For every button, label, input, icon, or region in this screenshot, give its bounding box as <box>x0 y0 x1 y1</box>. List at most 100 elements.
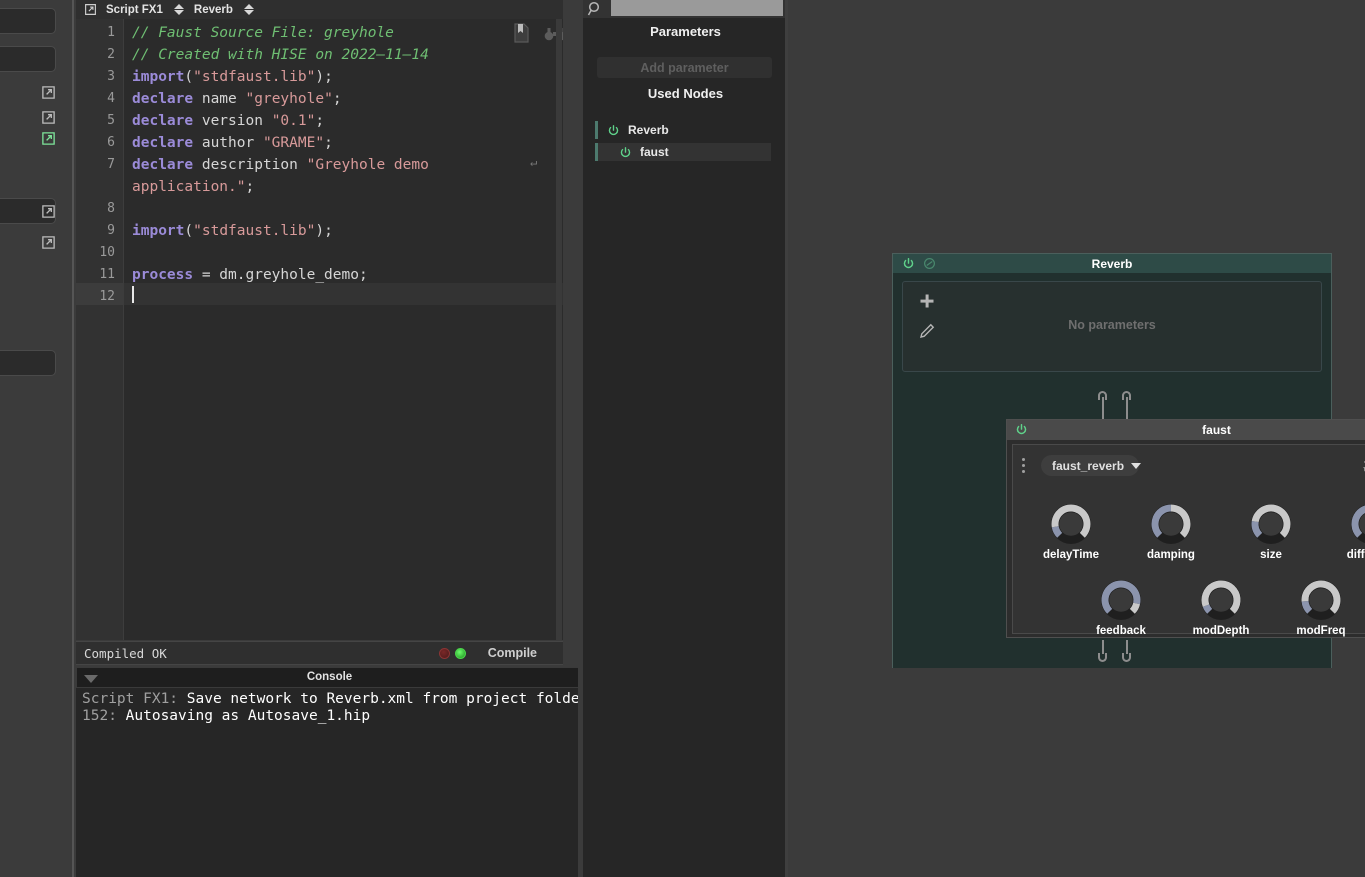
code-area[interactable]: ↵ // Faust Source File: greyhole // Creat… <box>124 19 563 640</box>
document-bookmark-icon[interactable] <box>513 23 531 48</box>
code-token: "stdfaust.lib" <box>193 223 316 239</box>
knob-modFreq[interactable]: modFreq <box>1291 576 1351 637</box>
code-token: description <box>193 157 307 173</box>
reverb-node[interactable]: Reverb No parameters faust faust_reverb … <box>892 253 1365 668</box>
compile-error-led <box>438 647 450 659</box>
parameters-panel: Parameters Add parameter Used Nodes Reve… <box>583 0 788 877</box>
code-token: ; <box>315 113 325 129</box>
used-node-faust[interactable]: faust <box>595 143 771 161</box>
code-token: "greyhole" <box>245 91 333 107</box>
faust-node[interactable]: faust ✕ faust_reverb <box>1006 419 1365 638</box>
code-token: "GRAME" <box>262 135 325 151</box>
knob-label: damping <box>1147 549 1195 561</box>
knob-diffusion[interactable]: diffusion <box>1341 500 1365 561</box>
knob-dial[interactable] <box>1097 576 1145 624</box>
editor-body[interactable]: 1 2 3 4 5 6 7 8 9 10 11 12 ↵ // Faust Source File: … <box>76 19 563 640</box>
used-node-reverb[interactable]: Reverb <box>595 121 771 139</box>
code-token: ; <box>324 135 333 151</box>
knob-dial[interactable] <box>1147 500 1195 548</box>
knob-label: modDepth <box>1192 625 1250 637</box>
faust-node-body: faust_reverb delayTime damping size diff… <box>1012 444 1365 637</box>
code-line: declare author "GRAME"; <box>132 132 333 154</box>
chevron-down-icon <box>1131 462 1142 469</box>
preset-selector-label[interactable]: Reverb <box>194 4 233 16</box>
power-icon[interactable] <box>619 146 632 159</box>
console-line-message: Autosaving as Autosave_1.hip <box>125 708 371 724</box>
search-icon[interactable] <box>587 0 609 18</box>
faust-node-title: faust <box>1202 423 1231 437</box>
knob-delayTime[interactable]: delayTime <box>1041 500 1101 561</box>
external-link-icon[interactable] <box>84 3 97 16</box>
console-header[interactable]: Console <box>76 667 583 688</box>
console-title: Console <box>306 671 353 683</box>
knob-dial[interactable] <box>1347 500 1365 548</box>
code-token: version <box>193 113 272 129</box>
reverb-node-header[interactable]: Reverb <box>893 254 1331 273</box>
knob-size[interactable]: size <box>1241 500 1301 561</box>
knob-label: diffusion <box>1346 549 1365 561</box>
code-token: ); <box>315 223 333 239</box>
knob-dial[interactable] <box>1247 500 1295 548</box>
faust-node-header[interactable]: faust ✕ <box>1007 420 1365 440</box>
code-token: author <box>193 135 263 151</box>
code-token: ( <box>184 223 194 239</box>
code-token: // Created with HISE on 2022–11–14 <box>132 47 429 63</box>
sidebar-panel-2[interactable] <box>0 46 56 72</box>
code-token: declare <box>132 113 194 129</box>
knob-dial[interactable] <box>1197 576 1245 624</box>
line-number: 12 <box>99 289 115 304</box>
external-link-icon-1[interactable] <box>41 85 56 100</box>
console-line-source: Script FX1: <box>82 691 187 707</box>
reverb-parameter-area[interactable]: No parameters <box>902 281 1322 372</box>
compile-button[interactable]: Compile <box>488 646 537 660</box>
knob-label: size <box>1260 549 1282 561</box>
node-indent-bar <box>595 121 598 139</box>
plus-icon[interactable] <box>919 293 935 309</box>
knob-feedback[interactable]: feedback <box>1091 576 1151 637</box>
line-wrap-marker: ↵ <box>530 155 538 169</box>
reverb-node-footer <box>893 647 1331 668</box>
compile-status-text: Compiled OK <box>84 645 167 661</box>
code-line: declare description "Greyhole demo <box>132 154 429 176</box>
external-link-icon-4[interactable] <box>41 204 56 219</box>
console-panel: Console Script FX1: Save network to Reve… <box>76 667 583 877</box>
knob-modDepth[interactable]: modDepth <box>1191 576 1251 637</box>
code-token: declare <box>132 157 194 173</box>
drag-dots-icon[interactable] <box>1022 458 1026 474</box>
used-node-label: faust <box>640 145 669 159</box>
code-token: "0.1" <box>271 113 316 129</box>
text-caret <box>132 286 134 303</box>
knob-dial[interactable] <box>1297 576 1345 624</box>
compile-ok-led <box>454 647 466 659</box>
knob-label: modFreq <box>1296 625 1346 637</box>
line-number: 2 <box>107 47 115 62</box>
reload-icon[interactable] <box>1361 456 1365 474</box>
sidebar-panel-1[interactable] <box>0 8 56 34</box>
code-line: import("stdfaust.lib"); <box>132 66 333 88</box>
script-selector-label[interactable]: Script FX1 <box>106 4 163 16</box>
script-selector-spinner[interactable] <box>173 3 184 16</box>
line-number: 5 <box>107 113 115 128</box>
code-token: import <box>132 223 185 239</box>
console-line-1: Script FX1: Save network to Reverb.xml f… <box>82 691 580 708</box>
code-token: "stdfaust.lib" <box>193 69 316 85</box>
sidebar-panel-4[interactable] <box>0 350 56 376</box>
code-line: declare name "greyhole"; <box>132 88 342 110</box>
code-token: import <box>132 69 185 85</box>
external-link-icon-2[interactable] <box>41 110 56 125</box>
power-icon[interactable] <box>607 124 620 137</box>
line-number-gutter: 1 2 3 4 5 6 7 8 9 10 11 12 <box>76 19 124 640</box>
knob-damping[interactable]: damping <box>1141 500 1201 561</box>
node-canvas[interactable]: Reverb No parameters faust faust_reverb … <box>788 0 1365 877</box>
line-number: 9 <box>107 223 115 238</box>
code-token: = dm.greyhole_demo; <box>193 267 368 283</box>
editor-vertical-scrollbar[interactable] <box>556 19 562 640</box>
knob-dial[interactable] <box>1047 500 1095 548</box>
faust-file-dropdown[interactable]: faust_reverb <box>1041 455 1142 476</box>
add-parameter-button[interactable]: Add parameter <box>597 57 772 78</box>
preset-selector-spinner[interactable] <box>243 3 254 16</box>
external-link-icon-3[interactable] <box>41 131 56 146</box>
console-body[interactable]: Script FX1: Save network to Reverb.xml f… <box>76 688 583 877</box>
search-input[interactable] <box>611 0 783 16</box>
external-link-icon-5[interactable] <box>41 235 56 250</box>
